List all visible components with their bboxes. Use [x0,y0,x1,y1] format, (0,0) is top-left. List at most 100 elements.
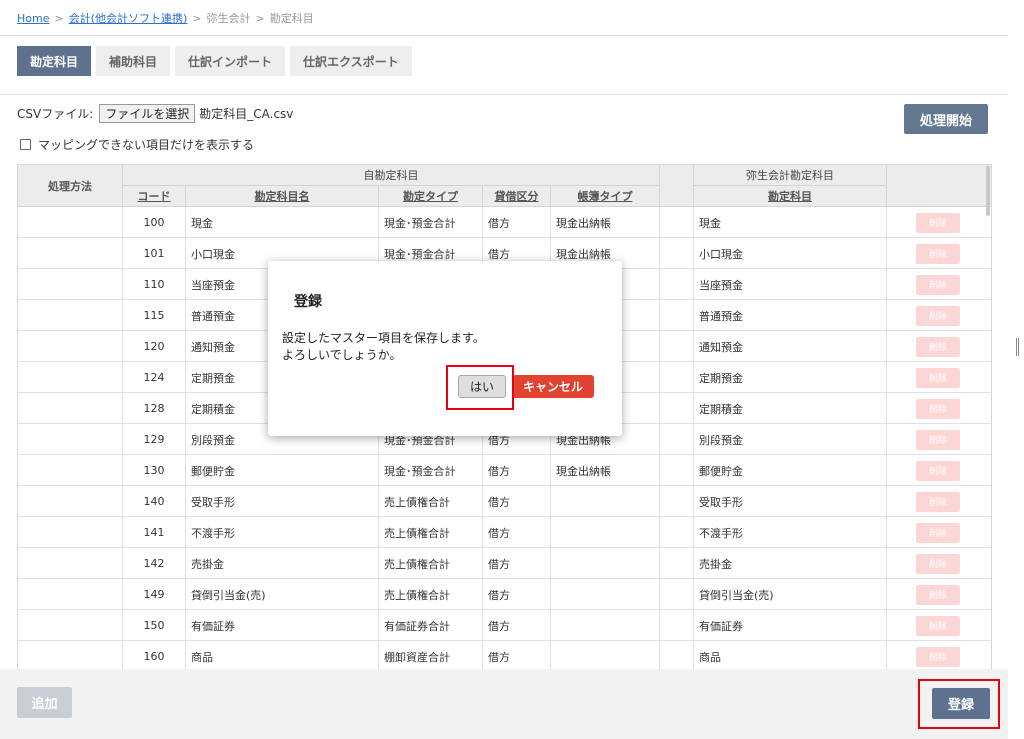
table-row: 140 受取手形 売上債権合計 借方 受取手形 削除 [18,486,991,517]
method-cell [18,393,123,424]
yayoi-account-cell[interactable]: 小口現金 [694,238,887,269]
method-cell [18,455,123,486]
table-row: 142 売掛金 売上債権合計 借方 売掛金 削除 [18,548,991,579]
method-cell [18,362,123,393]
yayoi-account-cell[interactable]: 当座預金 [694,269,887,300]
yayoi-account-cell[interactable]: 貸倒引当金(売) [694,579,887,610]
header-code[interactable]: コード [123,186,186,207]
yayoi-account-cell[interactable]: 定期預金 [694,362,887,393]
delete-button[interactable]: 削除 [916,522,960,543]
tab-sub-items[interactable]: 補助科目 [96,46,171,76]
yayoi-account-cell[interactable]: 定期積金 [694,393,887,424]
table-row: 100 現金 現金･預金合計 借方 現金出納帳 現金 削除 [18,207,991,238]
debit-credit-cell: 借方 [483,641,551,669]
delete-button[interactable]: 削除 [916,398,960,419]
delete-button[interactable]: 削除 [916,584,960,605]
yayoi-account-cell[interactable]: 別段預金 [694,424,887,455]
header-account-type[interactable]: 勘定タイプ [379,186,483,207]
breadcrumb-separator: > [54,12,64,25]
delete-button[interactable]: 削除 [916,305,960,326]
action-cell: 削除 [887,362,991,393]
divider [0,35,1008,36]
debit-credit-cell: 借方 [483,517,551,548]
breadcrumb-separator: > [255,12,265,25]
delete-button[interactable]: 削除 [916,367,960,388]
tab-journal-export[interactable]: 仕訳エクスポート [290,46,412,76]
delete-button[interactable]: 削除 [916,212,960,233]
book-type-cell [551,486,660,517]
spacer-cell [660,486,694,517]
code-cell: 149 [123,579,186,610]
header-yayoi-accounts: 弥生会計勘定科目 [694,165,887,186]
table-row: 149 貸倒引当金(売) 売上債権合計 借方 貸倒引当金(売) 削除 [18,579,991,610]
unmapped-filter[interactable]: マッピングできない項目だけを表示する [20,136,254,153]
dialog-cancel-button[interactable]: キャンセル [512,375,594,398]
account-name-cell: 受取手形 [186,486,379,517]
code-cell: 100 [123,207,186,238]
yayoi-account-cell[interactable]: 不渡手形 [694,517,887,548]
header-debit-credit[interactable]: 貸借区分 [483,186,551,207]
dialog-title: 登録 [294,294,322,310]
yayoi-account-cell[interactable]: 売掛金 [694,548,887,579]
book-type-cell [551,548,660,579]
method-cell [18,331,123,362]
book-type-cell [551,610,660,641]
yayoi-account-cell[interactable]: 現金 [694,207,887,238]
spacer-cell [660,300,694,331]
yayoi-account-cell[interactable]: 有価証券 [694,610,887,641]
resize-handle[interactable] [1016,338,1019,356]
debit-credit-cell: 借方 [483,486,551,517]
account-type-cell: 現金･預金合計 [379,207,483,238]
breadcrumb: Home > 会計(他会計ソフト連携) > 弥生会計 > 勘定科目 [17,10,314,26]
delete-button[interactable]: 削除 [916,336,960,357]
yayoi-account-cell[interactable]: 受取手形 [694,486,887,517]
breadcrumb-home-link[interactable]: Home [17,12,49,25]
start-processing-button[interactable]: 処理開始 [904,104,988,134]
yayoi-account-cell[interactable]: 郵便貯金 [694,455,887,486]
yayoi-account-cell[interactable]: 通知預金 [694,331,887,362]
delete-button[interactable]: 削除 [916,243,960,264]
method-cell [18,207,123,238]
debit-credit-cell: 借方 [483,610,551,641]
method-cell [18,424,123,455]
delete-button[interactable]: 削除 [916,646,960,667]
breadcrumb-accounting-link[interactable]: 会計(他会計ソフト連携) [69,12,188,25]
header-account-name[interactable]: 勘定科目名 [186,186,379,207]
action-cell: 削除 [887,610,991,641]
spacer-cell [660,610,694,641]
table-scrollbar[interactable] [986,166,990,216]
delete-button[interactable]: 削除 [916,553,960,574]
code-cell: 142 [123,548,186,579]
method-cell [18,579,123,610]
tab-journal-import[interactable]: 仕訳インポート [175,46,286,76]
delete-button[interactable]: 削除 [916,429,960,450]
spacer-cell [660,331,694,362]
delete-button[interactable]: 削除 [916,615,960,636]
add-button[interactable]: 追加 [17,687,72,718]
csv-file-label: CSVファイル: [17,107,94,121]
action-cell: 削除 [887,393,991,424]
account-type-cell: 売上債権合計 [379,579,483,610]
yayoi-account-cell[interactable]: 商品 [694,641,887,669]
book-type-cell [551,641,660,669]
code-cell: 129 [123,424,186,455]
unmapped-filter-label: マッピングできない項目だけを表示する [38,138,255,152]
debit-credit-cell: 借方 [483,548,551,579]
yayoi-account-cell[interactable]: 普通預金 [694,300,887,331]
code-cell: 120 [123,331,186,362]
divider [0,94,1008,95]
delete-button[interactable]: 削除 [916,274,960,295]
code-cell: 115 [123,300,186,331]
code-cell: 150 [123,610,186,641]
tab-account-items[interactable]: 勘定科目 [17,46,92,76]
breadcrumb-yayoi: 弥生会計 [206,12,251,25]
choose-file-button[interactable]: ファイルを選択 [99,104,196,123]
header-book-type[interactable]: 帳簿タイプ [551,186,660,207]
action-cell: 削除 [887,331,991,362]
spacer-cell [660,269,694,300]
delete-button[interactable]: 削除 [916,491,960,512]
header-yayoi-account[interactable]: 勘定科目 [694,186,887,207]
table-row: 160 商品 棚卸資産合計 借方 商品 削除 [18,641,991,669]
delete-button[interactable]: 削除 [916,460,960,481]
unmapped-filter-checkbox[interactable] [20,139,31,150]
